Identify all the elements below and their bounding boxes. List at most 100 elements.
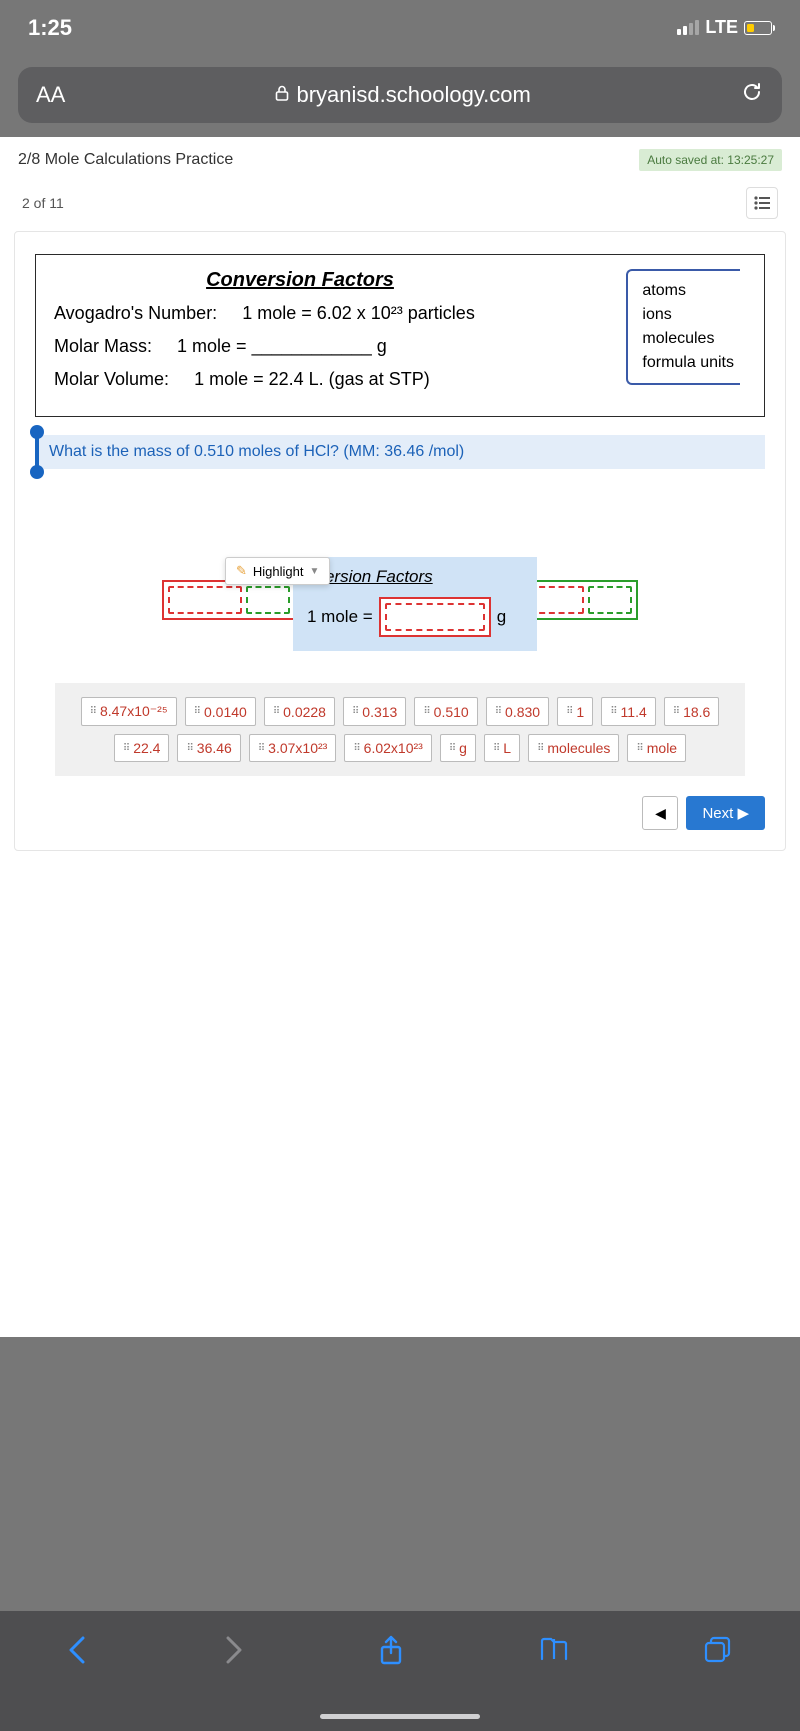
prev-button[interactable]: ◀ bbox=[642, 796, 678, 830]
question-card: Conversion Factors Avogadro's Number: 1 … bbox=[14, 231, 786, 851]
reference-particles-list: atoms ions molecules formula units bbox=[626, 269, 740, 385]
chip-1[interactable]: ⠿1 bbox=[557, 697, 593, 726]
network-label: LTE bbox=[705, 17, 738, 38]
selection-handle-bottom[interactable] bbox=[30, 465, 44, 479]
ref-molarmass-label: Molar Mass: bbox=[54, 336, 152, 356]
question-label: What is the mass of 0.510 moles of HCl? … bbox=[49, 443, 464, 460]
chip-6-02e23[interactable]: ⠿6.02x10²³ bbox=[344, 734, 431, 762]
cf-row: 1 mole = g bbox=[307, 597, 523, 637]
progress-row: 2 of 11 bbox=[0, 179, 800, 231]
cf-slot-value[interactable] bbox=[385, 603, 485, 631]
chip-label: 22.4 bbox=[133, 740, 160, 756]
question-text[interactable]: What is the mass of 0.510 moles of HCl? … bbox=[35, 435, 765, 469]
grip-icon: ⠿ bbox=[423, 706, 428, 717]
url-field[interactable]: bryanisd.schoology.com bbox=[65, 82, 740, 108]
chip-8-47e-25[interactable]: ⠿ 8.47x10⁻²⁵ bbox=[81, 697, 177, 726]
chip-label: 3.07x10²³ bbox=[268, 740, 327, 756]
chip-36-46[interactable]: ⠿36.46 bbox=[177, 734, 240, 762]
tabs-button[interactable] bbox=[703, 1635, 733, 1673]
nav-row: ◀ Next ▶ bbox=[35, 796, 765, 830]
selection-handle-top[interactable] bbox=[30, 425, 44, 439]
grip-icon: ⠿ bbox=[352, 706, 357, 717]
grip-icon: ⠿ bbox=[194, 706, 199, 717]
share-button[interactable] bbox=[378, 1635, 404, 1675]
chip-label: 0.0228 bbox=[283, 704, 326, 720]
ref-molarmass-value: 1 mole = ____________ g bbox=[177, 336, 387, 356]
grip-icon: ⠿ bbox=[273, 706, 278, 717]
chip-0-313[interactable]: ⠿0.313 bbox=[343, 697, 406, 726]
grip-icon: ⠿ bbox=[186, 743, 191, 754]
ref-side-atoms: atoms bbox=[642, 279, 734, 303]
chip-molecules[interactable]: ⠿molecules bbox=[528, 734, 619, 762]
back-button[interactable] bbox=[67, 1635, 89, 1673]
lock-icon bbox=[274, 82, 290, 108]
battery-icon bbox=[744, 21, 772, 35]
bookmarks-button[interactable] bbox=[538, 1635, 570, 1671]
cf-slot-value-wrap bbox=[379, 597, 491, 637]
ref-side-molecules: molecules bbox=[642, 327, 734, 351]
chip-label: 0.510 bbox=[434, 704, 469, 720]
grip-icon: ⠿ bbox=[673, 706, 678, 717]
chip-18-6[interactable]: ⠿ 18.6 bbox=[664, 697, 720, 726]
highlight-label: Highlight bbox=[253, 564, 304, 579]
ans-unit-slot[interactable] bbox=[588, 586, 632, 614]
given-unit-slot[interactable] bbox=[246, 586, 290, 614]
highlight-menu[interactable]: ✎ Highlight ▼ bbox=[225, 557, 330, 585]
text-size-button[interactable]: AA bbox=[36, 82, 65, 108]
chip-22-4[interactable]: ⠿ 22.4 bbox=[114, 734, 170, 762]
home-indicator[interactable] bbox=[320, 1714, 480, 1719]
autosave-badge: Auto saved at: 13:25:27 bbox=[639, 149, 782, 171]
chip-label: L bbox=[503, 740, 511, 756]
grip-icon: ⠿ bbox=[258, 743, 263, 754]
chip-label: 8.47x10⁻²⁵ bbox=[100, 703, 168, 720]
chip-label: 18.6 bbox=[683, 704, 710, 720]
answer-bank: ⠿ 8.47x10⁻²⁵ ⠿ 0.0140 ⠿ 0.0228 ⠿0.313 ⠿ 0.51… bbox=[55, 683, 745, 776]
cf-title: nversion Factors bbox=[307, 567, 523, 587]
reference-box: Conversion Factors Avogadro's Number: 1 … bbox=[35, 254, 765, 417]
grip-icon: ⠿ bbox=[495, 706, 500, 717]
grip-icon: ⠿ bbox=[449, 743, 454, 754]
given-value-slot[interactable] bbox=[168, 586, 242, 614]
reload-icon[interactable] bbox=[740, 80, 764, 111]
page-title: 2/8 Mole Calculations Practice bbox=[18, 151, 233, 169]
chip-g[interactable]: ⠿g bbox=[440, 734, 476, 762]
forward-button[interactable] bbox=[222, 1635, 244, 1673]
cf-unit-g: g bbox=[497, 607, 506, 627]
browser-toolbar bbox=[0, 1611, 800, 1731]
ref-side-ions: ions bbox=[642, 303, 734, 327]
grip-icon: ⠿ bbox=[636, 743, 641, 754]
work-area: ✎ Highlight ▼ nversion Factors 1 mole = … bbox=[35, 557, 765, 776]
chip-label: 0.830 bbox=[505, 704, 540, 720]
url-text: bryanisd.schoology.com bbox=[296, 82, 530, 108]
ref-avogadro-label: Avogadro's Number: bbox=[54, 303, 217, 323]
ref-molarvol-value: 1 mole = 22.4 L. (gas at STP) bbox=[194, 369, 430, 389]
chip-0-0228[interactable]: ⠿ 0.0228 bbox=[264, 697, 335, 726]
chip-label: g bbox=[459, 740, 467, 756]
chip-label: 1 bbox=[576, 704, 584, 720]
question-list-button[interactable] bbox=[746, 187, 778, 219]
reference-title: Conversion Factors bbox=[36, 269, 564, 292]
url-bar[interactable]: AA bryanisd.schoology.com bbox=[18, 67, 782, 123]
chip-label: mole bbox=[647, 740, 677, 756]
given-box bbox=[162, 580, 296, 620]
chip-L[interactable]: ⠿L bbox=[484, 734, 520, 762]
next-button[interactable]: Next ▶ bbox=[686, 796, 765, 830]
page: 2/8 Mole Calculations Practice Auto save… bbox=[0, 137, 800, 1337]
grip-icon: ⠿ bbox=[610, 706, 615, 717]
chip-3-07e23[interactable]: ⠿ 3.07x10²³ bbox=[249, 734, 336, 762]
chip-0-510[interactable]: ⠿ 0.510 bbox=[414, 697, 477, 726]
cf-onemole: 1 mole = bbox=[307, 607, 373, 627]
chip-mole[interactable]: ⠿ mole bbox=[627, 734, 686, 762]
chip-label: 0.0140 bbox=[204, 704, 247, 720]
chip-0-830[interactable]: ⠿ 0.830 bbox=[486, 697, 549, 726]
chip-label: 11.4 bbox=[621, 704, 647, 720]
clock: 1:25 bbox=[28, 15, 72, 41]
grip-icon: ⠿ bbox=[353, 743, 358, 754]
signal-icon bbox=[677, 20, 699, 35]
grip-icon: ⠿ bbox=[90, 706, 95, 717]
grip-icon: ⠿ bbox=[566, 706, 571, 717]
page-header: 2/8 Mole Calculations Practice Auto save… bbox=[0, 137, 800, 179]
grip-icon: ⠿ bbox=[123, 743, 128, 754]
chip-0-0140[interactable]: ⠿ 0.0140 bbox=[185, 697, 256, 726]
chip-11-4[interactable]: ⠿ 11.4 bbox=[601, 697, 656, 726]
